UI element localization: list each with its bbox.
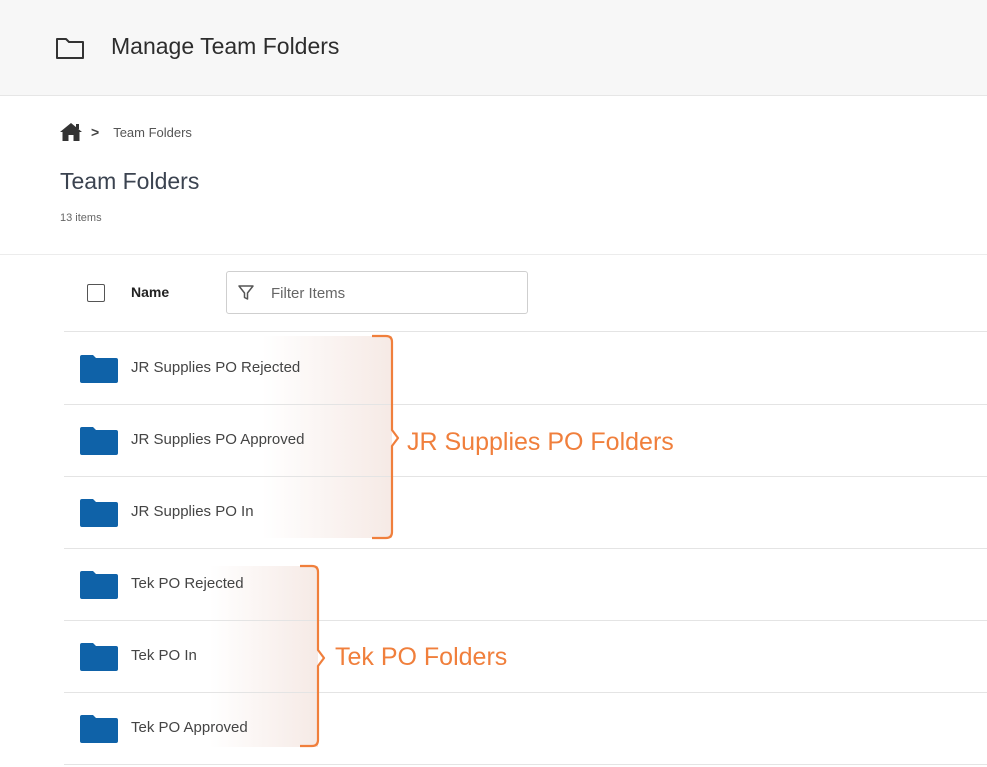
list-header: Name <box>64 264 987 332</box>
breadcrumb-separator: > <box>91 124 100 140</box>
item-count: 13 items <box>60 212 102 224</box>
page-header-title: Manage Team Folders <box>111 33 340 59</box>
filter-icon <box>238 285 254 300</box>
folder-name[interactable]: JR Supplies PO Approved <box>131 431 304 448</box>
annotation-label-tek: Tek PO Folders <box>335 643 508 671</box>
breadcrumb: > Team Folders <box>59 122 192 142</box>
folder-icon <box>80 499 118 527</box>
folder-name[interactable]: Tek PO In <box>131 647 197 664</box>
annotation-bracket-jr <box>372 334 400 540</box>
filter-input[interactable] <box>271 282 511 304</box>
folder-name[interactable]: Tek PO Rejected <box>131 575 244 592</box>
folder-row[interactable]: JR Supplies PO In <box>64 477 987 549</box>
top-bar: Manage Team Folders <box>0 0 987 96</box>
folder-name[interactable]: JR Supplies PO Rejected <box>131 359 300 376</box>
annotation-bracket-tek <box>300 564 326 748</box>
folder-icon <box>80 355 118 383</box>
section-divider <box>0 254 987 255</box>
folder-outline-icon <box>56 38 84 59</box>
folder-name[interactable]: JR Supplies PO In <box>131 503 254 520</box>
breadcrumb-current[interactable]: Team Folders <box>113 125 192 140</box>
folder-row[interactable]: Tek PO Rejected <box>64 549 987 621</box>
folder-row[interactable]: JR Supplies PO Rejected <box>64 333 987 405</box>
folder-icon <box>80 571 118 599</box>
home-icon[interactable] <box>59 122 83 142</box>
folder-row[interactable]: Tek PO In <box>64 621 987 693</box>
folder-icon <box>80 715 118 743</box>
folder-icon <box>80 643 118 671</box>
select-all-checkbox[interactable] <box>87 284 105 302</box>
column-header-name[interactable]: Name <box>131 284 169 300</box>
filter-box[interactable] <box>226 271 528 314</box>
folder-row[interactable]: Tek PO Approved <box>64 693 987 765</box>
folder-icon <box>80 427 118 455</box>
page-title: Team Folders <box>60 168 200 194</box>
annotation-label-jr: JR Supplies PO Folders <box>407 428 674 456</box>
folder-name[interactable]: Tek PO Approved <box>131 719 248 736</box>
